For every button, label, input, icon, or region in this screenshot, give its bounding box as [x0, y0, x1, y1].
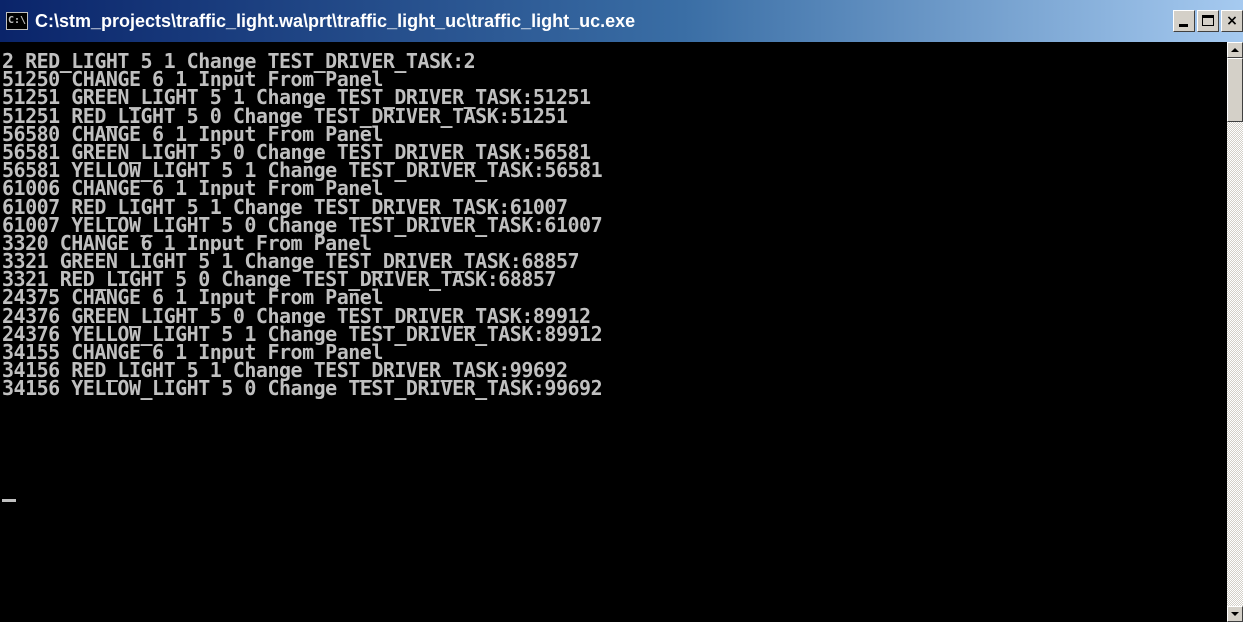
console-app-icon[interactable]: C:\: [6, 12, 28, 30]
title-bar[interactable]: C:\ C:\stm_projects\traffic_light.wa\prt…: [0, 0, 1243, 42]
window-controls: ×: [1173, 10, 1243, 32]
scroll-thumb[interactable]: [1227, 58, 1243, 122]
minimize-icon: [1179, 24, 1188, 27]
maximize-icon: [1202, 15, 1214, 26]
console-output[interactable]: 2 RED_LIGHT 5 1 Change TEST_DRIVER_TASK:…: [0, 42, 1227, 622]
minimize-button[interactable]: [1173, 10, 1195, 32]
scroll-up-button[interactable]: [1227, 42, 1243, 58]
console-window: C:\ C:\stm_projects\traffic_light.wa\prt…: [0, 0, 1243, 622]
arrow-down-icon: [1231, 612, 1239, 616]
console-line: 34156 YELLOW_LIGHT 5 0 Change TEST_DRIVE…: [2, 376, 603, 401]
maximize-button[interactable]: [1197, 10, 1219, 32]
scroll-down-button[interactable]: [1227, 606, 1243, 622]
console-lines: 2 RED_LIGHT 5 1 Change TEST_DRIVER_TASK:…: [2, 51, 603, 401]
text-cursor: [2, 499, 16, 502]
vertical-scrollbar[interactable]: [1227, 42, 1243, 622]
close-button[interactable]: ×: [1221, 10, 1243, 32]
window-title: C:\stm_projects\traffic_light.wa\prt\tra…: [35, 10, 636, 31]
arrow-up-icon: [1231, 48, 1239, 52]
close-icon: ×: [1226, 13, 1238, 29]
